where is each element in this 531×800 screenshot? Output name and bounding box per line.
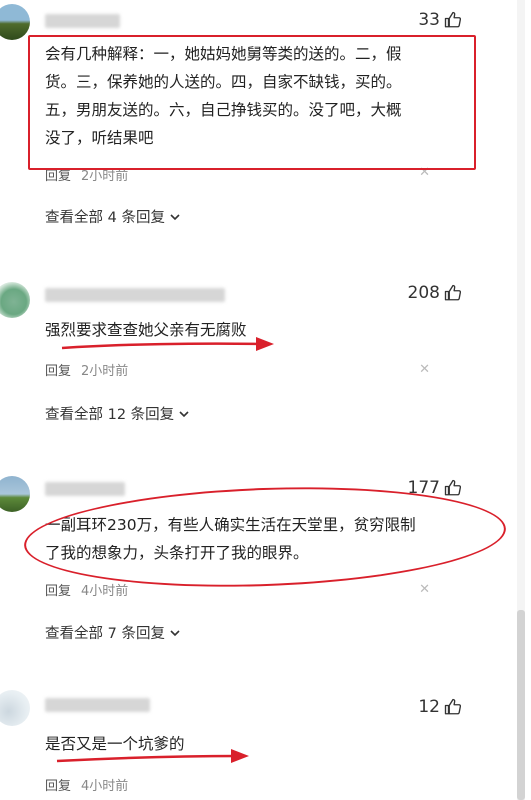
chevron-down-icon [170,629,180,636]
view-replies-label: 查看全部 7 条回复 [45,626,165,642]
chevron-down-icon [179,410,189,417]
annotation-arrow [56,749,249,763]
username[interactable] [45,482,125,496]
thumbs-up-icon [444,11,462,28]
view-replies-link[interactable]: 查看全部 4 条回复 [45,206,181,227]
reply-button[interactable]: 回复 [45,580,71,599]
thumbs-up-icon [444,698,462,715]
annotation-rectangle [28,35,476,170]
avatar[interactable] [0,282,30,318]
timestamp: 4小时前 [81,779,129,794]
close-icon[interactable]: ✕ [419,362,430,377]
view-replies-link[interactable]: 查看全部 12 条回复 [45,403,190,424]
scrollbar-track[interactable] [517,0,525,800]
like-count: 33 [418,10,440,30]
comment-meta: 回复 4小时前 [45,775,128,794]
like-count: 208 [407,283,440,303]
annotation-arrow [61,337,274,351]
view-replies-label: 查看全部 12 条回复 [45,407,175,423]
like-button[interactable]: 33 [418,10,462,30]
username[interactable] [45,14,120,28]
timestamp: 2小时前 [81,364,129,379]
avatar[interactable] [0,690,30,726]
username[interactable] [45,288,225,302]
close-icon[interactable]: ✕ [419,582,430,597]
thumbs-up-icon [444,479,462,496]
avatar[interactable] [0,476,30,512]
comment-meta: 回复 2小时前 [45,360,128,379]
like-button[interactable]: 12 [418,697,462,717]
timestamp: 4小时前 [81,584,129,599]
avatar[interactable] [0,4,30,40]
reply-button[interactable]: 回复 [45,360,71,379]
chevron-down-icon [170,213,180,220]
view-replies-link[interactable]: 查看全部 7 条回复 [45,622,181,643]
annotation-ellipse [22,479,508,595]
reply-button[interactable]: 回复 [45,775,71,794]
thumbs-up-icon [444,284,462,301]
username[interactable] [45,698,150,712]
like-count: 12 [418,697,440,717]
like-button[interactable]: 208 [408,283,462,303]
comment-meta: 回复 4小时前 [45,580,128,599]
scrollbar-thumb[interactable] [517,610,525,800]
view-replies-label: 查看全部 4 条回复 [45,210,165,226]
